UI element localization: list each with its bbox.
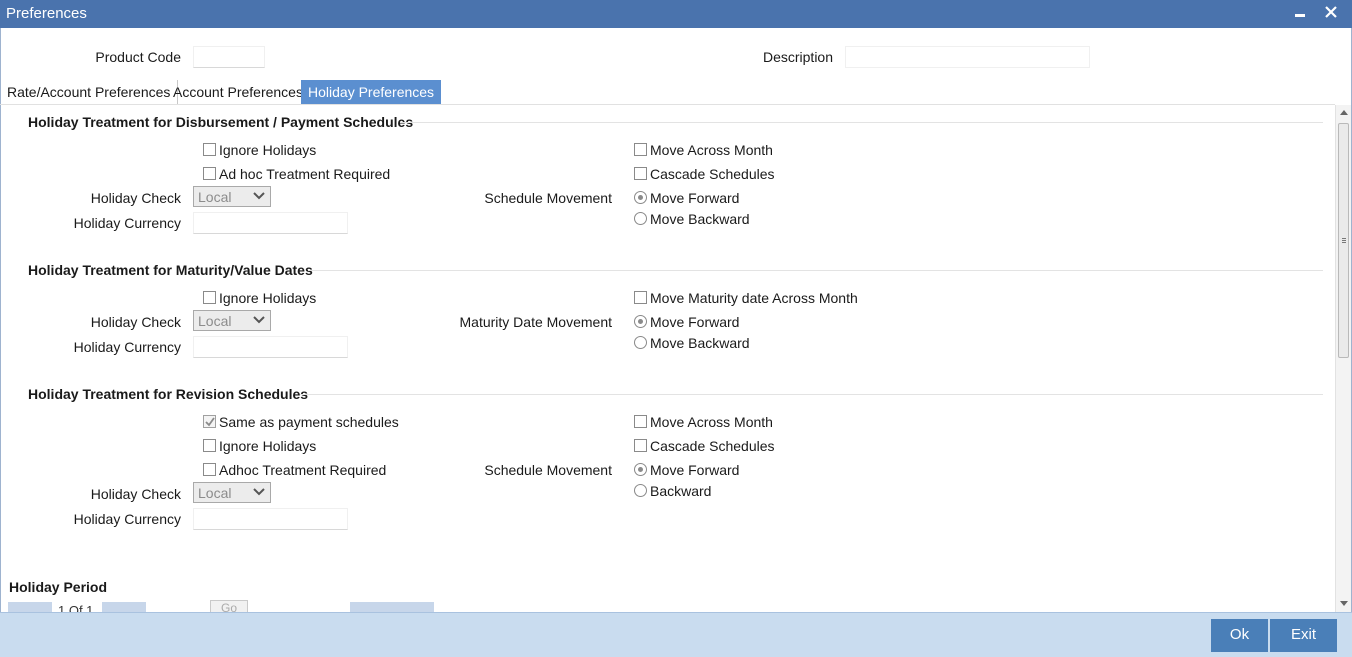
go-button[interactable]: Go — [210, 600, 249, 612]
exit-button[interactable]: Exit — [1270, 619, 1337, 652]
title-bar: Preferences — [0, 0, 1352, 28]
product-code-field[interactable] — [193, 46, 265, 68]
next-page-icon[interactable] — [102, 602, 146, 612]
disbursement-section-title: Holiday Treatment for Disbursement / Pay… — [28, 114, 414, 130]
revision-holiday-currency-label: Holiday Currency — [73, 511, 181, 527]
holiday-period-pager: 1 Of 1 Go — [6, 598, 436, 612]
footer-bar: Ok Exit — [0, 612, 1352, 657]
section-divider — [400, 122, 1323, 123]
revision-backward-label: Backward — [650, 483, 712, 499]
holiday-check-select[interactable]: Local — [193, 186, 271, 207]
vertical-scrollbar[interactable] — [1335, 105, 1351, 612]
scroll-down-icon[interactable] — [1340, 599, 1348, 607]
adhoc-treatment-checkbox[interactable] — [203, 167, 216, 180]
revision-backward-radio[interactable] — [634, 484, 647, 497]
ignore-holidays-checkbox[interactable] — [203, 143, 216, 156]
same-as-payment-label: Same as payment schedules — [219, 414, 399, 430]
move-across-month-label: Move Across Month — [650, 142, 773, 158]
section-divider — [300, 394, 1323, 395]
same-as-payment-checkbox[interactable] — [203, 415, 216, 428]
maturity-move-backward-radio[interactable] — [634, 336, 647, 349]
chevron-down-icon — [253, 488, 265, 496]
holiday-period-title: Holiday Period — [9, 579, 108, 595]
maturity-ignore-holidays-checkbox[interactable] — [203, 291, 216, 304]
revision-cascade-schedules-label: Cascade Schedules — [650, 438, 775, 454]
move-across-month-checkbox[interactable] — [634, 143, 647, 156]
revision-move-across-month-label: Move Across Month — [650, 414, 773, 430]
move-forward-label: Move Forward — [650, 190, 740, 206]
holiday-currency-field[interactable] — [193, 212, 348, 234]
product-code-label: Product Code — [95, 49, 181, 65]
move-backward-label: Move Backward — [650, 211, 750, 227]
chevron-down-icon — [253, 316, 265, 324]
holiday-check-label: Holiday Check — [90, 190, 181, 206]
holiday-currency-label: Holiday Currency — [73, 215, 181, 231]
revision-holiday-check-select[interactable]: Local — [193, 482, 271, 503]
revision-move-across-month-checkbox[interactable] — [634, 415, 647, 428]
maturity-holiday-check-label: Holiday Check — [90, 314, 181, 330]
tab-account-preferences[interactable]: Account Preferences — [166, 80, 310, 105]
close-icon[interactable] — [1321, 3, 1341, 23]
minimize-icon[interactable] — [1290, 3, 1310, 23]
schedule-movement-label: Schedule Movement — [484, 190, 612, 206]
row-action-icons[interactable] — [350, 602, 434, 612]
tab-rate-account-preferences[interactable]: Rate/Account Preferences — [0, 80, 179, 105]
adhoc-treatment-label: Ad hoc Treatment Required — [219, 166, 391, 182]
move-backward-radio[interactable] — [634, 212, 647, 225]
maturity-holiday-check-select[interactable]: Local — [193, 310, 271, 331]
revision-move-forward-label: Move Forward — [650, 462, 740, 478]
move-forward-radio[interactable] — [634, 191, 647, 204]
section-divider — [308, 270, 1323, 271]
maturity-section-title: Holiday Treatment for Maturity/Value Dat… — [28, 262, 313, 278]
scroll-up-icon[interactable] — [1340, 109, 1348, 117]
revision-move-forward-radio[interactable] — [634, 463, 647, 476]
ok-button[interactable]: Ok — [1211, 619, 1268, 652]
maturity-move-forward-radio[interactable] — [634, 315, 647, 328]
maturity-holiday-currency-label: Holiday Currency — [73, 339, 181, 355]
revision-ignore-holidays-checkbox[interactable] — [203, 439, 216, 452]
chevron-down-icon — [253, 192, 265, 200]
description-label: Description — [762, 49, 833, 65]
maturity-ignore-holidays-label: Ignore Holidays — [219, 290, 317, 306]
move-maturity-across-month-checkbox[interactable] — [634, 291, 647, 304]
revision-section-title: Holiday Treatment for Revision Schedules — [28, 386, 309, 402]
window-title: Preferences — [6, 5, 87, 22]
revision-adhoc-treatment-checkbox[interactable] — [203, 463, 216, 476]
ignore-holidays-label: Ignore Holidays — [219, 142, 317, 158]
description-field[interactable] — [845, 46, 1090, 68]
cascade-schedules-label: Cascade Schedules — [650, 166, 775, 182]
revision-holiday-check-label: Holiday Check — [90, 486, 181, 502]
tab-divider — [0, 104, 1335, 105]
scrollbar-thumb[interactable] — [1338, 123, 1349, 358]
tab-holiday-preferences[interactable]: Holiday Preferences — [301, 80, 442, 105]
revision-adhoc-treatment-label: Adhoc Treatment Required — [219, 462, 387, 478]
revision-holiday-currency-field[interactable] — [193, 508, 348, 530]
maturity-holiday-currency-field[interactable] — [193, 336, 348, 358]
maturity-date-movement-label: Maturity Date Movement — [459, 314, 613, 330]
revision-schedule-movement-label: Schedule Movement — [484, 462, 612, 478]
page-indicator: 1 Of 1 — [58, 603, 94, 612]
first-page-icon[interactable] — [8, 602, 52, 612]
revision-cascade-schedules-checkbox[interactable] — [634, 439, 647, 452]
revision-ignore-holidays-label: Ignore Holidays — [219, 438, 317, 454]
move-maturity-across-month-label: Move Maturity date Across Month — [650, 290, 858, 306]
maturity-move-backward-label: Move Backward — [650, 335, 750, 351]
cascade-schedules-checkbox[interactable] — [634, 167, 647, 180]
maturity-move-forward-label: Move Forward — [650, 314, 740, 330]
